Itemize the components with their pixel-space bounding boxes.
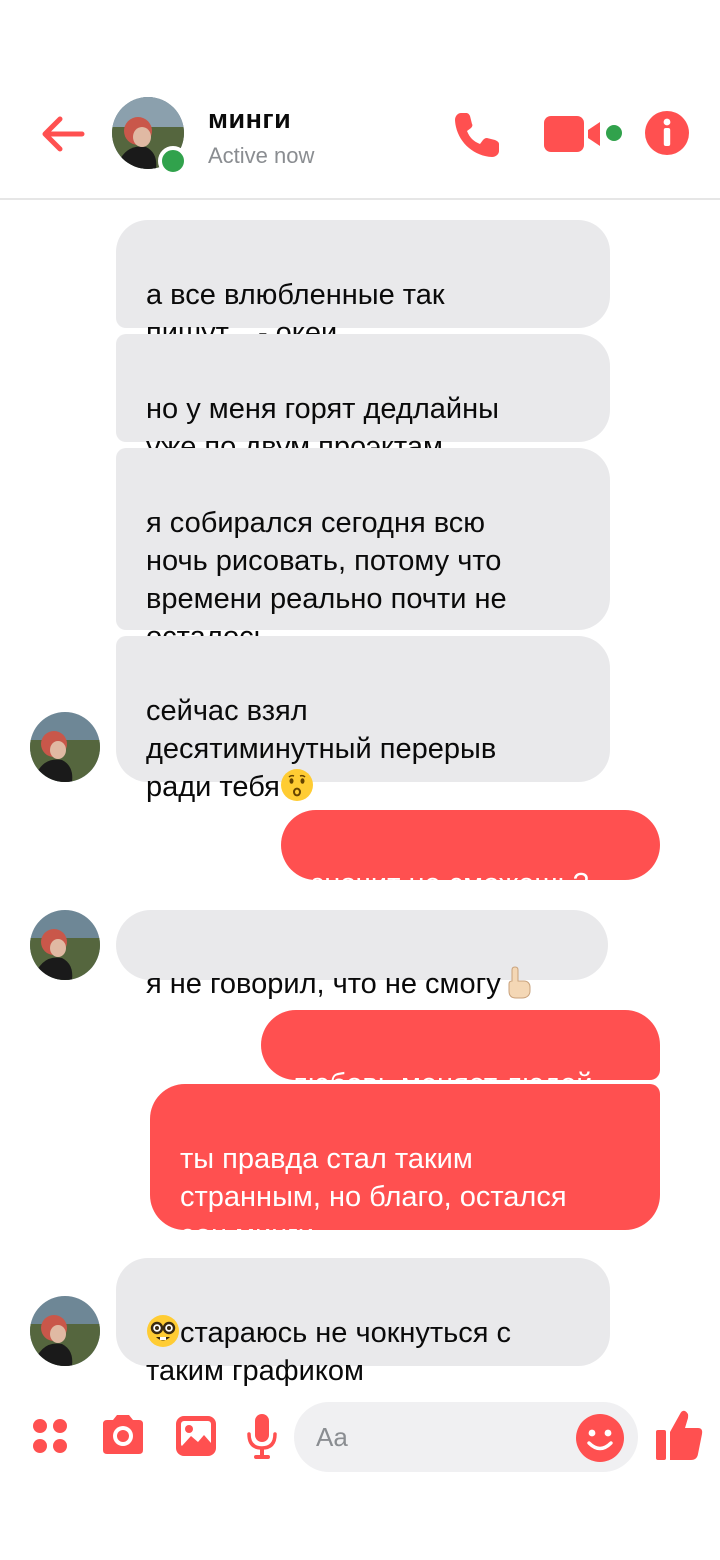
thumbs-up-like-icon[interactable] bbox=[654, 1408, 704, 1462]
contact-avatar-small[interactable] bbox=[30, 910, 100, 980]
contact-avatar-small[interactable] bbox=[30, 1296, 100, 1366]
gallery-image-icon[interactable] bbox=[174, 1414, 218, 1458]
pointing-up-emoji-icon bbox=[508, 966, 531, 999]
microphone-icon[interactable] bbox=[246, 1412, 278, 1460]
message-bubble-outgoing[interactable]: значит не сможешь? bbox=[281, 810, 660, 900]
phone-call-icon[interactable] bbox=[450, 108, 504, 162]
message-text: ты правда стал таким странным, но благо,… bbox=[180, 1143, 567, 1251]
message-text: я не говорил, что не смогу bbox=[146, 968, 501, 1000]
active-status: Active now bbox=[208, 143, 315, 168]
message-bubble-outgoing[interactable]: любовь меняет людей bbox=[261, 1010, 660, 1100]
message-bubble-incoming[interactable]: я не говорил, что не смогу bbox=[116, 910, 608, 1000]
camera-icon[interactable] bbox=[99, 1412, 147, 1458]
message-text: я собирался сегодня всю ночь рисовать, п… bbox=[146, 507, 507, 653]
message-text: таким графиком bbox=[146, 1355, 364, 1387]
message-bubble-incoming[interactable]: я собирался сегодня всю ночь рисовать, п… bbox=[116, 448, 610, 653]
message-bubble-incoming[interactable]: а все влюбленные так пишут... - океи bbox=[116, 220, 610, 349]
message-bubble-incoming[interactable]: сейчас взял десятиминутный перерыв ради … bbox=[116, 636, 610, 803]
message-text: стараюсь не чокнуться с bbox=[180, 1317, 512, 1349]
chat-header: минги Active now bbox=[0, 0, 720, 200]
video-active-dot bbox=[606, 125, 622, 141]
emoji-picker-icon[interactable] bbox=[574, 1412, 626, 1464]
apps-grid-icon[interactable] bbox=[30, 1416, 70, 1456]
info-icon[interactable] bbox=[644, 110, 690, 156]
back-arrow-icon[interactable] bbox=[36, 108, 88, 160]
message-bubble-incoming[interactable]: стараюсь не чокнуться с таким графиком bbox=[116, 1258, 610, 1387]
online-indicator bbox=[158, 146, 188, 176]
input-placeholder: Aa bbox=[316, 1422, 348, 1452]
message-text: значит не сможешь? bbox=[311, 868, 589, 900]
message-text: сейчас взял десятиминутный перерыв ради … bbox=[146, 695, 497, 803]
contact-avatar-small[interactable] bbox=[30, 712, 100, 782]
nerd-face-emoji-icon bbox=[147, 1315, 179, 1347]
message-bubble-incoming[interactable]: но у меня горят дедлайны уже по двум про… bbox=[116, 334, 610, 463]
kissing-face-emoji-icon bbox=[280, 769, 313, 801]
message-bubble-outgoing[interactable]: ты правда стал таким странным, но благо,… bbox=[150, 1084, 660, 1251]
contact-name[interactable]: минги bbox=[208, 104, 291, 135]
